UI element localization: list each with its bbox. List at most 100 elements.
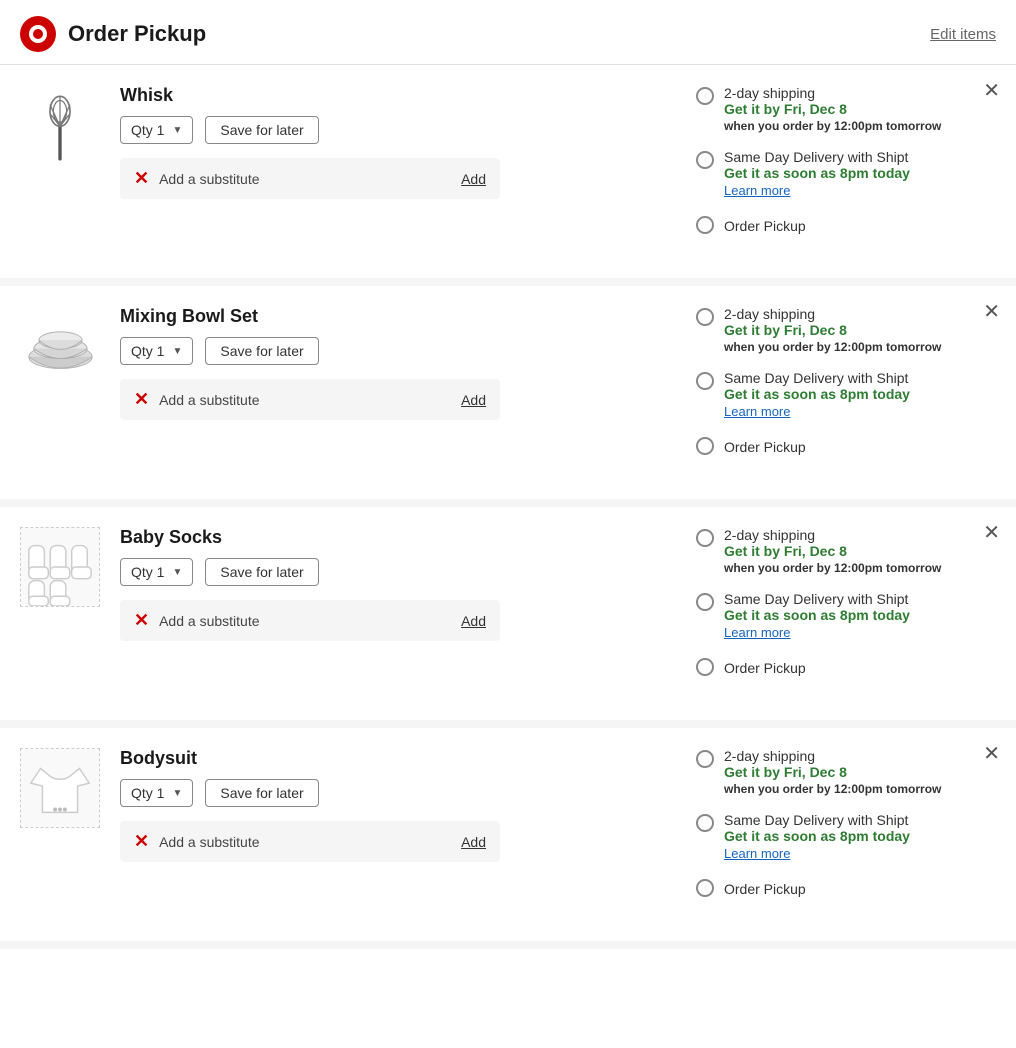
delivery-option-2day-whisk: 2-day shipping Get it by Fri, Dec 8 when…	[696, 85, 996, 133]
delivery-options-baby-socks: 2-day shipping Get it by Fri, Dec 8 when…	[676, 527, 996, 692]
radio-shipt-bodysuit[interactable]	[696, 814, 714, 832]
radio-shipt-whisk[interactable]	[696, 151, 714, 169]
substitute-row-bodysuit: ✕ Add a substitute Add	[120, 821, 500, 862]
qty-selector-whisk[interactable]: Qty 1 ▼	[120, 116, 193, 144]
learn-more-link-baby-socks[interactable]: Learn more	[724, 625, 910, 640]
header-left: Order Pickup	[20, 16, 206, 52]
close-button-bodysuit[interactable]: ✕	[983, 744, 1000, 764]
qty-label-mixing-bowl: Qty 1	[131, 343, 164, 359]
shipt-date-mixing-bowl: Get it as soon as 8pm today	[724, 386, 910, 402]
close-button-mixing-bowl[interactable]: ✕	[983, 302, 1000, 322]
item-controls-whisk: Qty 1 ▼ Save for later	[120, 116, 656, 144]
item-details-mixing-bowl: Mixing Bowl Set Qty 1 ▼ Save for later ✕…	[120, 306, 656, 471]
substitute-row-whisk: ✕ Add a substitute Add	[120, 158, 500, 199]
substitute-x-icon-baby-socks: ✕	[134, 610, 149, 631]
item-controls-mixing-bowl: Qty 1 ▼ Save for later	[120, 337, 656, 365]
item-details-baby-socks: Baby Socks Qty 1 ▼ Save for later ✕ Add …	[120, 527, 656, 692]
qty-label-whisk: Qty 1	[131, 122, 164, 138]
item-controls-baby-socks: Qty 1 ▼ Save for later	[120, 558, 656, 586]
shipt-date-whisk: Get it as soon as 8pm today	[724, 165, 910, 181]
qty-selector-mixing-bowl[interactable]: Qty 1 ▼	[120, 337, 193, 365]
radio-2day-mixing-bowl[interactable]	[696, 308, 714, 326]
item-controls-bodysuit: Qty 1 ▼ Save for later	[120, 779, 656, 807]
delivery-option-shipt-baby-socks: Same Day Delivery with Shipt Get it as s…	[696, 591, 996, 640]
qty-selector-baby-socks[interactable]: Qty 1 ▼	[120, 558, 193, 586]
item-card-mixing-bowl: ✕ Mixing Bowl Set Qty 1 ▼	[0, 286, 1016, 507]
delivery-option-2day-baby-socks: 2-day shipping Get it by Fri, Dec 8 when…	[696, 527, 996, 575]
close-button-whisk[interactable]: ✕	[983, 81, 1000, 101]
substitute-row-mixing-bowl: ✕ Add a substitute Add	[120, 379, 500, 420]
edit-items-button[interactable]: Edit items	[930, 26, 996, 43]
page-header: Order Pickup Edit items	[0, 0, 1016, 65]
page-title: Order Pickup	[68, 21, 206, 47]
delivery-option-shipt-whisk: Same Day Delivery with Shipt Get it as s…	[696, 149, 996, 198]
radio-shipt-baby-socks[interactable]	[696, 593, 714, 611]
learn-more-link-mixing-bowl[interactable]: Learn more	[724, 404, 910, 419]
chevron-down-icon: ▼	[172, 125, 182, 136]
delivery-option-pickup-baby-socks: Order Pickup	[696, 656, 996, 676]
save-for-later-button-whisk[interactable]: Save for later	[205, 116, 318, 144]
radio-shipt-mixing-bowl[interactable]	[696, 372, 714, 390]
item-name-bodysuit: Bodysuit	[120, 748, 656, 769]
item-card-baby-socks: ✕	[0, 507, 1016, 728]
item-image-baby-socks	[20, 527, 100, 607]
radio-pickup-baby-socks[interactable]	[696, 658, 714, 676]
item-card-whisk: ✕ Whisk	[0, 65, 1016, 286]
item-name-whisk: Whisk	[120, 85, 656, 106]
learn-more-link-bodysuit[interactable]: Learn more	[724, 846, 910, 861]
target-logo	[20, 16, 56, 52]
substitute-add-button-baby-socks[interactable]: Add	[461, 613, 486, 629]
delivery-options-bodysuit: 2-day shipping Get it by Fri, Dec 8 when…	[676, 748, 996, 913]
item-image-mixing-bowl	[20, 306, 100, 386]
shipt-label-baby-socks: Same Day Delivery with Shipt	[724, 591, 910, 607]
radio-2day-whisk[interactable]	[696, 87, 714, 105]
substitute-add-button-mixing-bowl[interactable]: Add	[461, 392, 486, 408]
delivery-option-pickup-bodysuit: Order Pickup	[696, 877, 996, 897]
substitute-label-mixing-bowl: Add a substitute	[159, 392, 259, 408]
item-name-baby-socks: Baby Socks	[120, 527, 656, 548]
learn-more-link-whisk[interactable]: Learn more	[724, 183, 910, 198]
radio-pickup-whisk[interactable]	[696, 216, 714, 234]
2day-date-whisk: Get it by Fri, Dec 8	[724, 101, 941, 117]
save-for-later-button-baby-socks[interactable]: Save for later	[205, 558, 318, 586]
shipt-label-bodysuit: Same Day Delivery with Shipt	[724, 812, 910, 828]
substitute-left-baby-socks: ✕ Add a substitute	[134, 610, 260, 631]
substitute-x-icon-whisk: ✕	[134, 168, 149, 189]
substitute-add-button-bodysuit[interactable]: Add	[461, 834, 486, 850]
delivery-option-2day-mixing-bowl: 2-day shipping Get it by Fri, Dec 8 when…	[696, 306, 996, 354]
shipt-label-mixing-bowl: Same Day Delivery with Shipt	[724, 370, 910, 386]
2day-note-bodysuit: when you order by 12:00pm tomorrow	[724, 782, 941, 796]
qty-selector-bodysuit[interactable]: Qty 1 ▼	[120, 779, 193, 807]
shipt-date-baby-socks: Get it as soon as 8pm today	[724, 607, 910, 623]
shipt-label-whisk: Same Day Delivery with Shipt	[724, 149, 910, 165]
2day-label-baby-socks: 2-day shipping	[724, 527, 941, 543]
item-card-bodysuit: ✕ Bodysuit Qty 1 ▼	[0, 728, 1016, 949]
substitute-add-button-whisk[interactable]: Add	[461, 171, 486, 187]
items-list: ✕ Whisk	[0, 65, 1016, 949]
item-image-bodysuit	[20, 748, 100, 828]
item-name-mixing-bowl: Mixing Bowl Set	[120, 306, 656, 327]
radio-2day-bodysuit[interactable]	[696, 750, 714, 768]
2day-note-whisk: when you order by 12:00pm tomorrow	[724, 119, 941, 133]
radio-pickup-bodysuit[interactable]	[696, 879, 714, 897]
item-details-bodysuit: Bodysuit Qty 1 ▼ Save for later ✕ Add a …	[120, 748, 656, 913]
delivery-option-shipt-bodysuit: Same Day Delivery with Shipt Get it as s…	[696, 812, 996, 861]
item-details-whisk: Whisk Qty 1 ▼ Save for later ✕ Add a sub…	[120, 85, 656, 250]
substitute-label-bodysuit: Add a substitute	[159, 834, 259, 850]
substitute-x-icon-bodysuit: ✕	[134, 831, 149, 852]
radio-pickup-mixing-bowl[interactable]	[696, 437, 714, 455]
save-for-later-button-bodysuit[interactable]: Save for later	[205, 779, 318, 807]
delivery-option-2day-bodysuit: 2-day shipping Get it by Fri, Dec 8 when…	[696, 748, 996, 796]
2day-label-bodysuit: 2-day shipping	[724, 748, 941, 764]
2day-date-mixing-bowl: Get it by Fri, Dec 8	[724, 322, 941, 338]
delivery-options-whisk: 2-day shipping Get it by Fri, Dec 8 when…	[676, 85, 996, 250]
save-for-later-button-mixing-bowl[interactable]: Save for later	[205, 337, 318, 365]
substitute-row-baby-socks: ✕ Add a substitute Add	[120, 600, 500, 641]
pickup-label-whisk: Order Pickup	[724, 218, 806, 234]
close-button-baby-socks[interactable]: ✕	[983, 523, 1000, 543]
chevron-down-icon-mixing-bowl: ▼	[172, 346, 182, 357]
qty-label-bodysuit: Qty 1	[131, 785, 164, 801]
item-image-whisk	[20, 85, 100, 165]
substitute-left-mixing-bowl: ✕ Add a substitute	[134, 389, 260, 410]
radio-2day-baby-socks[interactable]	[696, 529, 714, 547]
